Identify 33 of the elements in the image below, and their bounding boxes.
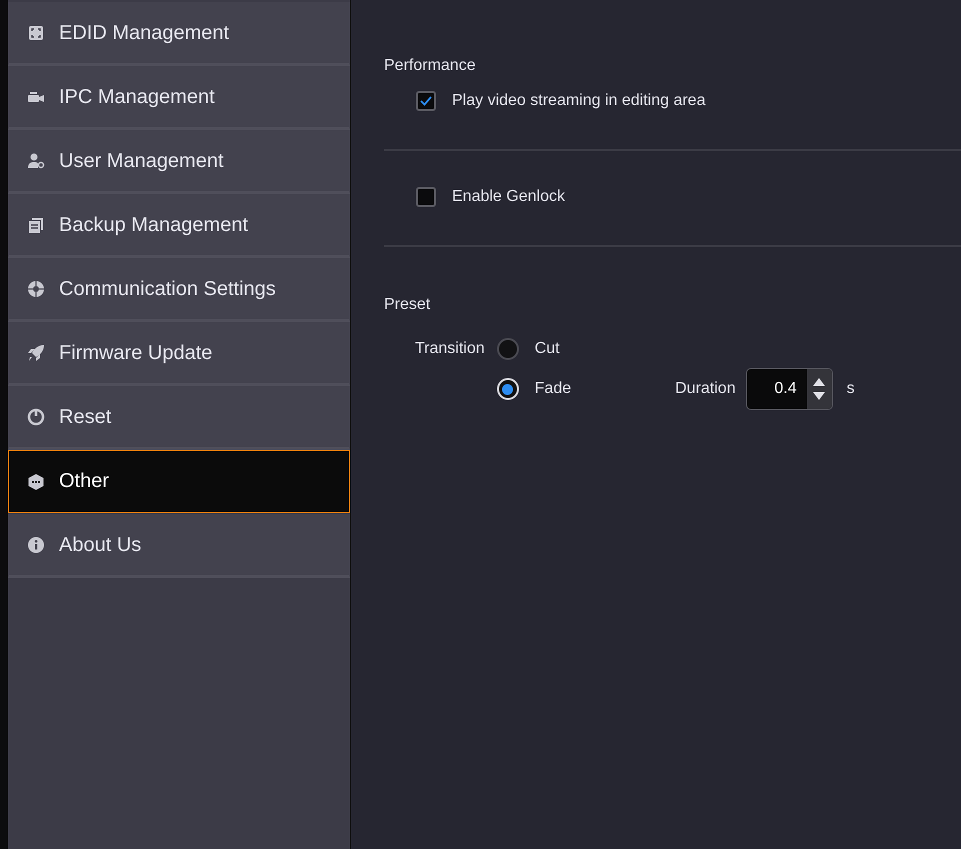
info-icon <box>27 536 45 554</box>
power-icon <box>27 408 45 426</box>
section-title: Performance <box>384 57 477 75</box>
checkbox-label: Enable Genlock <box>452 188 565 206</box>
sidebar-item[interactable]: Other <box>8 450 350 513</box>
sidebar-item[interactable]: IPC Management <box>8 66 350 130</box>
globe-icon <box>27 280 45 298</box>
radio-label: Fade <box>534 380 572 398</box>
checkbox[interactable] <box>416 91 436 111</box>
number-spinner[interactable]: 0.4 <box>746 368 833 410</box>
field-label: Transition <box>415 339 485 359</box>
radio-button[interactable] <box>496 338 519 360</box>
sidebar-item[interactable]: User Management <box>8 130 350 194</box>
field-label: Duration <box>675 380 736 398</box>
radio-label: Cut <box>534 340 560 358</box>
user-gear-icon <box>27 152 45 170</box>
sidebar-item[interactable]: Backup Management <box>8 194 350 258</box>
section-title: Preset <box>384 296 432 314</box>
checkbox-label: Play video streaming in editing area <box>452 92 706 110</box>
sidebar-item[interactable]: Reset <box>8 386 350 450</box>
sidebar-item[interactable]: About Us <box>8 514 350 578</box>
sidebar-item[interactable]: EDID Management <box>8 2 350 66</box>
checkbox[interactable] <box>416 187 436 207</box>
frame-icon <box>27 24 45 42</box>
unit-label: s <box>846 380 855 398</box>
up-arrow-icon[interactable] <box>813 378 826 386</box>
sidebar-item[interactable]: Communication Settings <box>8 258 350 322</box>
ellipsis-hexagon-icon <box>27 472 45 490</box>
sidebar-item[interactable]: Firmware Update <box>8 322 350 386</box>
documents-icon <box>27 216 45 234</box>
checkmark-icon <box>420 96 432 106</box>
rocket-icon <box>27 344 45 362</box>
down-arrow-icon[interactable] <box>813 392 826 400</box>
